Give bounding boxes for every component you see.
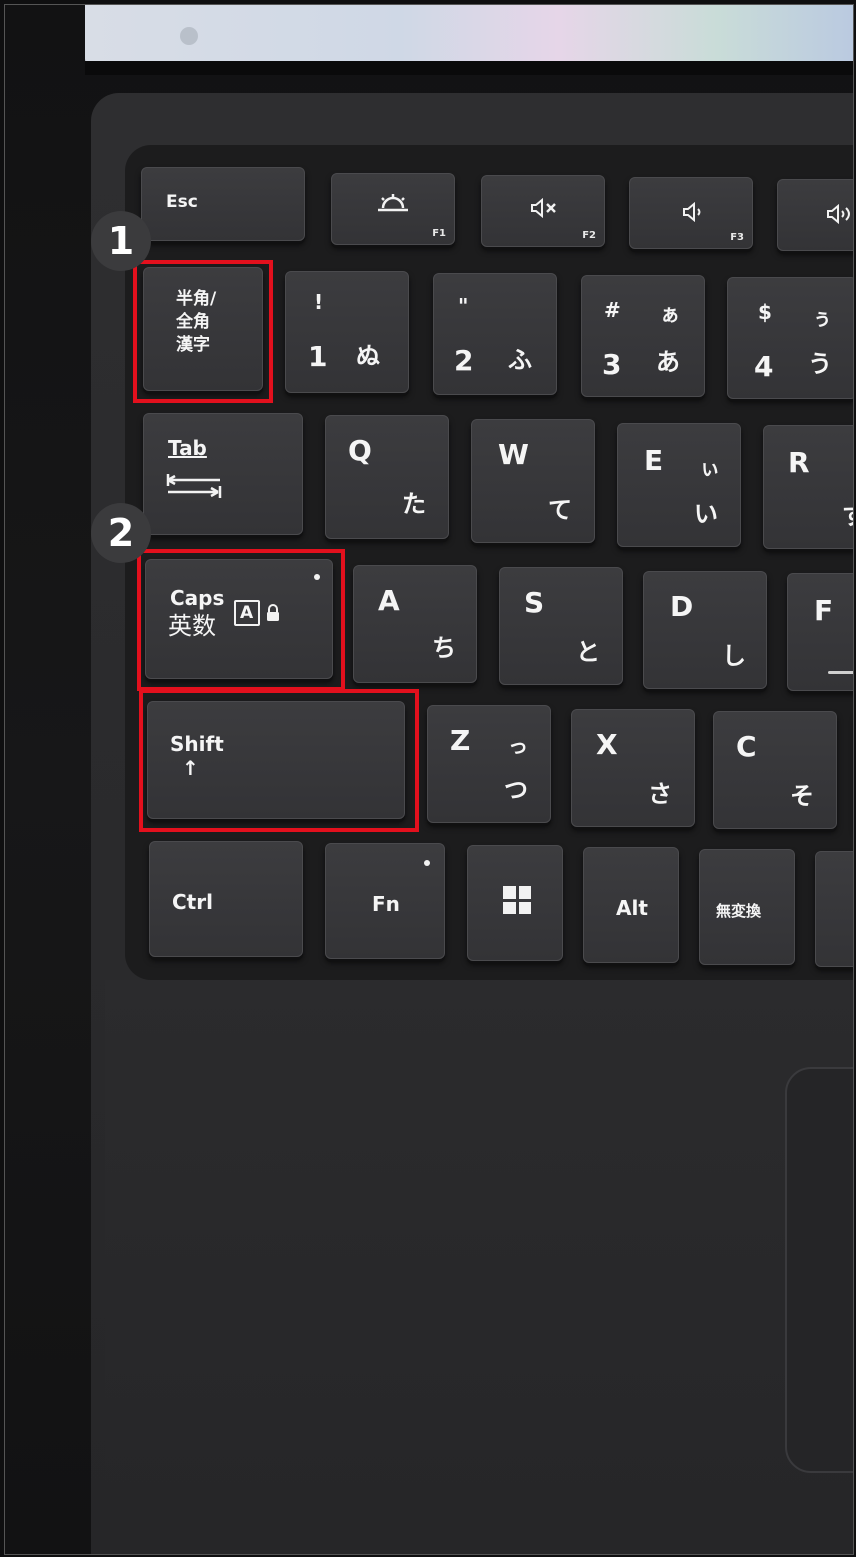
key-r-kana: す xyxy=(842,503,853,529)
palm-rest xyxy=(105,980,853,1540)
key-f4[interactable] xyxy=(777,179,853,251)
key-ctrl[interactable]: Ctrl xyxy=(149,841,303,957)
key-tab[interactable]: Tab xyxy=(143,413,303,535)
key-f1[interactable]: F1 xyxy=(331,173,455,245)
key-d-label: D xyxy=(670,590,694,623)
key-x-label: X xyxy=(596,728,618,761)
key-1-kana: ぬ xyxy=(356,342,380,370)
key-a-kana: ち xyxy=(432,634,456,662)
key-alt[interactable]: Alt xyxy=(583,847,679,963)
key-w-label: W xyxy=(498,438,529,471)
step-badge-1: 1 xyxy=(91,211,151,271)
key-x[interactable]: X さ xyxy=(571,709,695,827)
trackpad xyxy=(785,1067,853,1473)
key-f2[interactable]: F2 xyxy=(481,175,605,247)
key-e-kana: い xyxy=(694,500,718,528)
fn-lock-indicator-light xyxy=(424,860,430,866)
key-3-kana: あ xyxy=(656,348,680,376)
key-a-label: A xyxy=(378,584,400,617)
key-fn[interactable]: Fn xyxy=(325,843,445,959)
key-q[interactable]: Q た xyxy=(325,415,449,539)
key-4-kana-small: ぅ xyxy=(812,306,832,330)
highlight-hankaku-key xyxy=(133,260,273,403)
key-s[interactable]: S と xyxy=(499,567,623,685)
key-q-label: Q xyxy=(348,434,372,467)
key-s-label: S xyxy=(524,586,545,619)
key-esc-label: Esc xyxy=(166,192,198,212)
key-f1-label: F1 xyxy=(432,228,446,239)
highlight-caps-key xyxy=(137,549,345,691)
key-f-label: F xyxy=(814,594,834,627)
key-4[interactable]: $ ぅ 4 う xyxy=(727,277,853,399)
key-e-label: E xyxy=(644,444,664,477)
key-windows[interactable] xyxy=(467,845,563,961)
key-1-label: 1 xyxy=(308,340,328,373)
volume-up-icon xyxy=(827,204,850,224)
key-f2-label: F2 xyxy=(582,230,596,241)
laptop-screen-edge xyxy=(85,5,853,75)
key-x-kana: さ xyxy=(648,780,672,808)
key-muhenkan[interactable]: 無変換 xyxy=(699,849,795,965)
key-d[interactable]: D し xyxy=(643,571,767,689)
key-c-kana: そ xyxy=(790,782,814,810)
tab-arrows-icon xyxy=(166,474,222,498)
key-1-shift-label: ! xyxy=(314,290,324,314)
key-2-kana: ふ xyxy=(508,346,532,374)
key-f[interactable]: F xyxy=(787,573,853,691)
key-z-kana-small: っ xyxy=(508,734,528,758)
key-z[interactable]: Z っ つ xyxy=(427,705,551,823)
key-d-kana: し xyxy=(722,642,746,670)
key-a[interactable]: A ち xyxy=(353,565,477,683)
windows-logo-icon xyxy=(503,886,531,914)
key-2-shift-label: " xyxy=(458,294,469,318)
mute-icon xyxy=(531,198,556,218)
key-muhenkan-label: 無変換 xyxy=(716,902,762,920)
key-f3[interactable]: F3 xyxy=(629,177,753,249)
keyboard-photo: Esc F1 F2 F3 半角/ 全角 漢字 ! 1 ぬ " 2 ふ # ぁ 3… xyxy=(4,4,854,1555)
key-s-kana: と xyxy=(576,638,600,666)
key-3-label: 3 xyxy=(602,348,622,381)
key-alt-label: Alt xyxy=(616,896,648,920)
brightness-icon xyxy=(378,194,408,212)
key-4-shift-label: $ xyxy=(758,300,772,324)
key-2[interactable]: " 2 ふ xyxy=(433,273,557,395)
key-z-label: Z xyxy=(450,724,471,757)
key-4-label: 4 xyxy=(754,350,774,383)
highlight-shift-key xyxy=(139,689,419,832)
key-3[interactable]: # ぁ 3 あ xyxy=(581,275,705,397)
key-q-kana: た xyxy=(402,490,426,518)
key-1[interactable]: ! 1 ぬ xyxy=(285,271,409,393)
key-3-shift-label: # xyxy=(604,298,621,322)
key-c[interactable]: C そ xyxy=(713,711,837,829)
key-f-home-bump xyxy=(828,671,853,674)
key-r-label: R xyxy=(788,446,810,479)
key-ctrl-label: Ctrl xyxy=(172,890,213,914)
volume-down-icon xyxy=(683,202,701,222)
key-w-kana: て xyxy=(548,496,572,524)
key-r[interactable]: R す xyxy=(763,425,853,549)
screen-reflection xyxy=(180,27,198,45)
key-4-kana: う xyxy=(808,350,832,378)
key-e-kana-small: ぃ xyxy=(700,456,720,480)
key-e[interactable]: E ぃ い xyxy=(617,423,741,547)
key-fn-label: Fn xyxy=(372,892,400,916)
key-f3-label: F3 xyxy=(730,232,744,243)
key-2-label: 2 xyxy=(454,344,474,377)
key-w[interactable]: W て xyxy=(471,419,595,543)
step-badge-2: 2 xyxy=(91,503,151,563)
key-esc[interactable]: Esc xyxy=(141,167,305,241)
key-c-label: C xyxy=(736,730,757,763)
key-z-kana: つ xyxy=(504,776,528,804)
key-3-kana-small: ぁ xyxy=(660,302,680,326)
key-tab-label: Tab xyxy=(168,436,207,460)
key-space[interactable] xyxy=(815,851,853,967)
